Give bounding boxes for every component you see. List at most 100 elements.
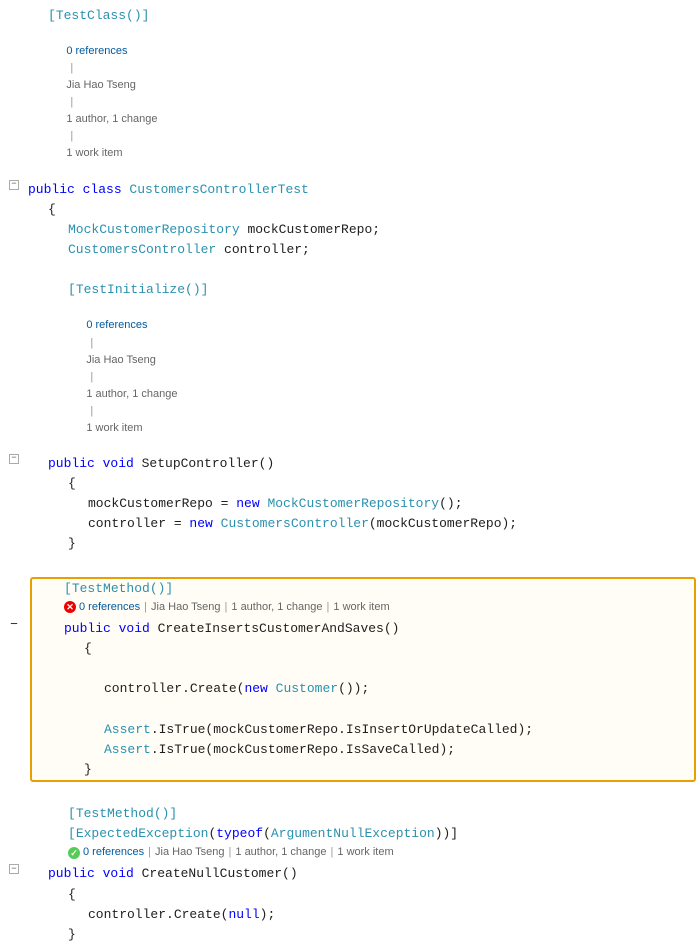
line-open-hl: { bbox=[32, 639, 694, 659]
line-expected-exc-attr: [ExpectedException(typeof(ArgumentNullEx… bbox=[0, 824, 698, 844]
code-ctrl-create: controller.Create(new Customer()); bbox=[44, 679, 694, 699]
line-blank1 bbox=[0, 260, 698, 280]
line-ref-testnull: ✓ 0 references | Jia Hao Tseng | 1 autho… bbox=[0, 844, 698, 864]
line-open-setup: { bbox=[0, 474, 698, 494]
line-testclass-attr: [TestClass()] bbox=[0, 6, 698, 26]
line-setup-decl: − public void SetupController() bbox=[0, 454, 698, 474]
sep-hl1: | bbox=[144, 599, 147, 616]
line-assert1: Assert.IsTrue(mockCustomerRepo.IsInsertO… bbox=[32, 720, 694, 740]
gutter-highlighted: − bbox=[0, 575, 28, 784]
code-create-inserts-decl: public void CreateInsertsCustomerAndSave… bbox=[44, 619, 694, 639]
line-assert2: Assert.IsTrue(mockCustomerRepo.IsSaveCal… bbox=[32, 740, 694, 760]
code-class-decl: public class CustomersControllerTest bbox=[28, 180, 698, 200]
highlighted-section: − [TestMethod()] ✕ 0 references | Jia bbox=[0, 575, 698, 784]
collapse-createnull-btn[interactable]: − bbox=[9, 864, 19, 874]
gutter-setup-collapse[interactable]: − bbox=[0, 454, 28, 464]
code-ctrl-assign: controller = new CustomersController(moc… bbox=[28, 514, 698, 534]
line-createnull-decl: − public void CreateNullCustomer() bbox=[0, 864, 698, 884]
code-close-hl: } bbox=[44, 760, 694, 780]
line-ref-hl: ✕ 0 references | Jia Hao Tseng | 1 autho… bbox=[32, 599, 694, 619]
sep2: | bbox=[70, 96, 73, 108]
code-testclass-attr: [TestClass()] bbox=[28, 6, 698, 26]
code-assert1: Assert.IsTrue(mockCustomerRepo.IsInsertO… bbox=[44, 720, 694, 740]
line-blank-hl2 bbox=[32, 699, 694, 719]
line-ctrl-assign: controller = new CustomersController(moc… bbox=[0, 514, 698, 534]
gutter-class-collapse[interactable]: − bbox=[0, 180, 28, 190]
code-editor: [TestClass()] 0 references | Jia Hao Tse… bbox=[0, 0, 698, 951]
line-close-hl: } bbox=[32, 760, 694, 780]
code-testmethod-attr-hl: [TestMethod()] bbox=[44, 579, 694, 599]
collapse-hl-btn[interactable]: − bbox=[10, 615, 18, 635]
sep-init2: | bbox=[90, 371, 93, 383]
line-create-inserts-decl: public void CreateInsertsCustomerAndSave… bbox=[32, 619, 694, 639]
gutter-createnull-collapse[interactable]: − bbox=[0, 864, 28, 874]
code-setup-decl: public void SetupController() bbox=[28, 454, 698, 474]
code-controller-decl: CustomersController controller; bbox=[28, 240, 698, 260]
line-close-null: } bbox=[0, 925, 698, 945]
code-blank2 bbox=[28, 555, 698, 575]
code-blank-hl2 bbox=[44, 699, 694, 719]
sep-init1: | bbox=[90, 337, 93, 349]
code-close-null: } bbox=[28, 925, 698, 945]
highlighted-block: [TestMethod()] ✕ 0 references | Jia Hao … bbox=[30, 577, 696, 782]
line-open-null: { bbox=[0, 885, 698, 905]
change-info: 1 author, 1 change bbox=[66, 113, 157, 125]
sep3: | bbox=[70, 130, 73, 142]
line-testmethod-attr-hl: [TestMethod()] bbox=[32, 579, 694, 599]
workitem-null: 1 work item bbox=[337, 844, 393, 861]
line-ref-testclass: 0 references | Jia Hao Tseng | 1 author,… bbox=[0, 26, 698, 179]
sep-null2: | bbox=[229, 844, 232, 861]
line-testinitialize-attr: [TestInitialize()] bbox=[0, 280, 698, 300]
ref-count-null[interactable]: 0 references bbox=[83, 844, 144, 861]
collapse-class-btn[interactable]: − bbox=[9, 180, 19, 190]
code-open-null: { bbox=[28, 885, 698, 905]
line-blank-hl bbox=[32, 659, 694, 679]
line-controller-decl: CustomersController controller; bbox=[0, 240, 698, 260]
ref-testinitialize: 0 references | Jia Hao Tseng | 1 author,… bbox=[28, 300, 698, 453]
line-open-brace-class: { bbox=[0, 200, 698, 220]
sep-hl2: | bbox=[225, 599, 228, 616]
gutter-testmethod-attr-hl bbox=[0, 575, 28, 595]
code-blank-hl bbox=[44, 659, 694, 679]
code-mock-repo-decl: MockCustomerRepository mockCustomerRepo; bbox=[28, 220, 698, 240]
code-open-hl: { bbox=[44, 639, 694, 659]
code-open-setup: { bbox=[28, 474, 698, 494]
line-testmethod2-attr: [TestMethod()] bbox=[0, 804, 698, 824]
line-ref-testinitialize: 0 references | Jia Hao Tseng | 1 author,… bbox=[0, 300, 698, 453]
author-null: Jia Hao Tseng bbox=[155, 844, 225, 861]
ref-testclass: 0 references | Jia Hao Tseng | 1 author,… bbox=[28, 26, 698, 179]
ref-hl: ✕ 0 references | Jia Hao Tseng | 1 autho… bbox=[44, 599, 694, 616]
workitem-hl: 1 work item bbox=[333, 599, 389, 616]
ref-count-init[interactable]: 0 references bbox=[86, 319, 147, 331]
collapse-setup-btn[interactable]: − bbox=[9, 454, 19, 464]
line-ctrl-create: controller.Create(new Customer()); bbox=[32, 679, 694, 699]
error-icon: ✕ bbox=[64, 601, 76, 613]
code-testinitialize-attr: [TestInitialize()] bbox=[28, 280, 698, 300]
workitem-init: 1 work item bbox=[86, 422, 142, 434]
gutter-collapse-hl[interactable]: − bbox=[0, 615, 28, 635]
line-close-setup: } bbox=[0, 534, 698, 554]
line-mock-repo-decl: MockCustomerRepository mockCustomerRepo; bbox=[0, 220, 698, 240]
gutter-ref-hl bbox=[0, 595, 28, 615]
code-testmethod2-attr: [TestMethod()] bbox=[28, 804, 698, 824]
change-init: 1 author, 1 change bbox=[86, 388, 177, 400]
code-expected-exc-attr: [ExpectedException(typeof(ArgumentNullEx… bbox=[28, 824, 698, 844]
sep-hl3: | bbox=[327, 599, 330, 616]
sep1: | bbox=[70, 62, 73, 74]
ref-count[interactable]: 0 references bbox=[66, 45, 127, 57]
code-mock-assign: mockCustomerRepo = new MockCustomerRepos… bbox=[28, 494, 698, 514]
code-blank1 bbox=[28, 260, 698, 280]
work-item: 1 work item bbox=[66, 147, 122, 159]
ref-count-hl[interactable]: 0 references bbox=[79, 599, 140, 616]
author-init: Jia Hao Tseng bbox=[86, 354, 156, 366]
author-hl: Jia Hao Tseng bbox=[151, 599, 221, 616]
code-blank3 bbox=[28, 784, 698, 804]
sep-init3: | bbox=[90, 405, 93, 417]
author-name: Jia Hao Tseng bbox=[66, 79, 136, 91]
ok-icon: ✓ bbox=[68, 847, 80, 859]
line-class-decl: − public class CustomersControllerTest bbox=[0, 180, 698, 200]
change-hl: 1 author, 1 change bbox=[231, 599, 322, 616]
code-assert2: Assert.IsTrue(mockCustomerRepo.IsSaveCal… bbox=[44, 740, 694, 760]
sep-null1: | bbox=[148, 844, 151, 861]
change-null: 1 author, 1 change bbox=[235, 844, 326, 861]
